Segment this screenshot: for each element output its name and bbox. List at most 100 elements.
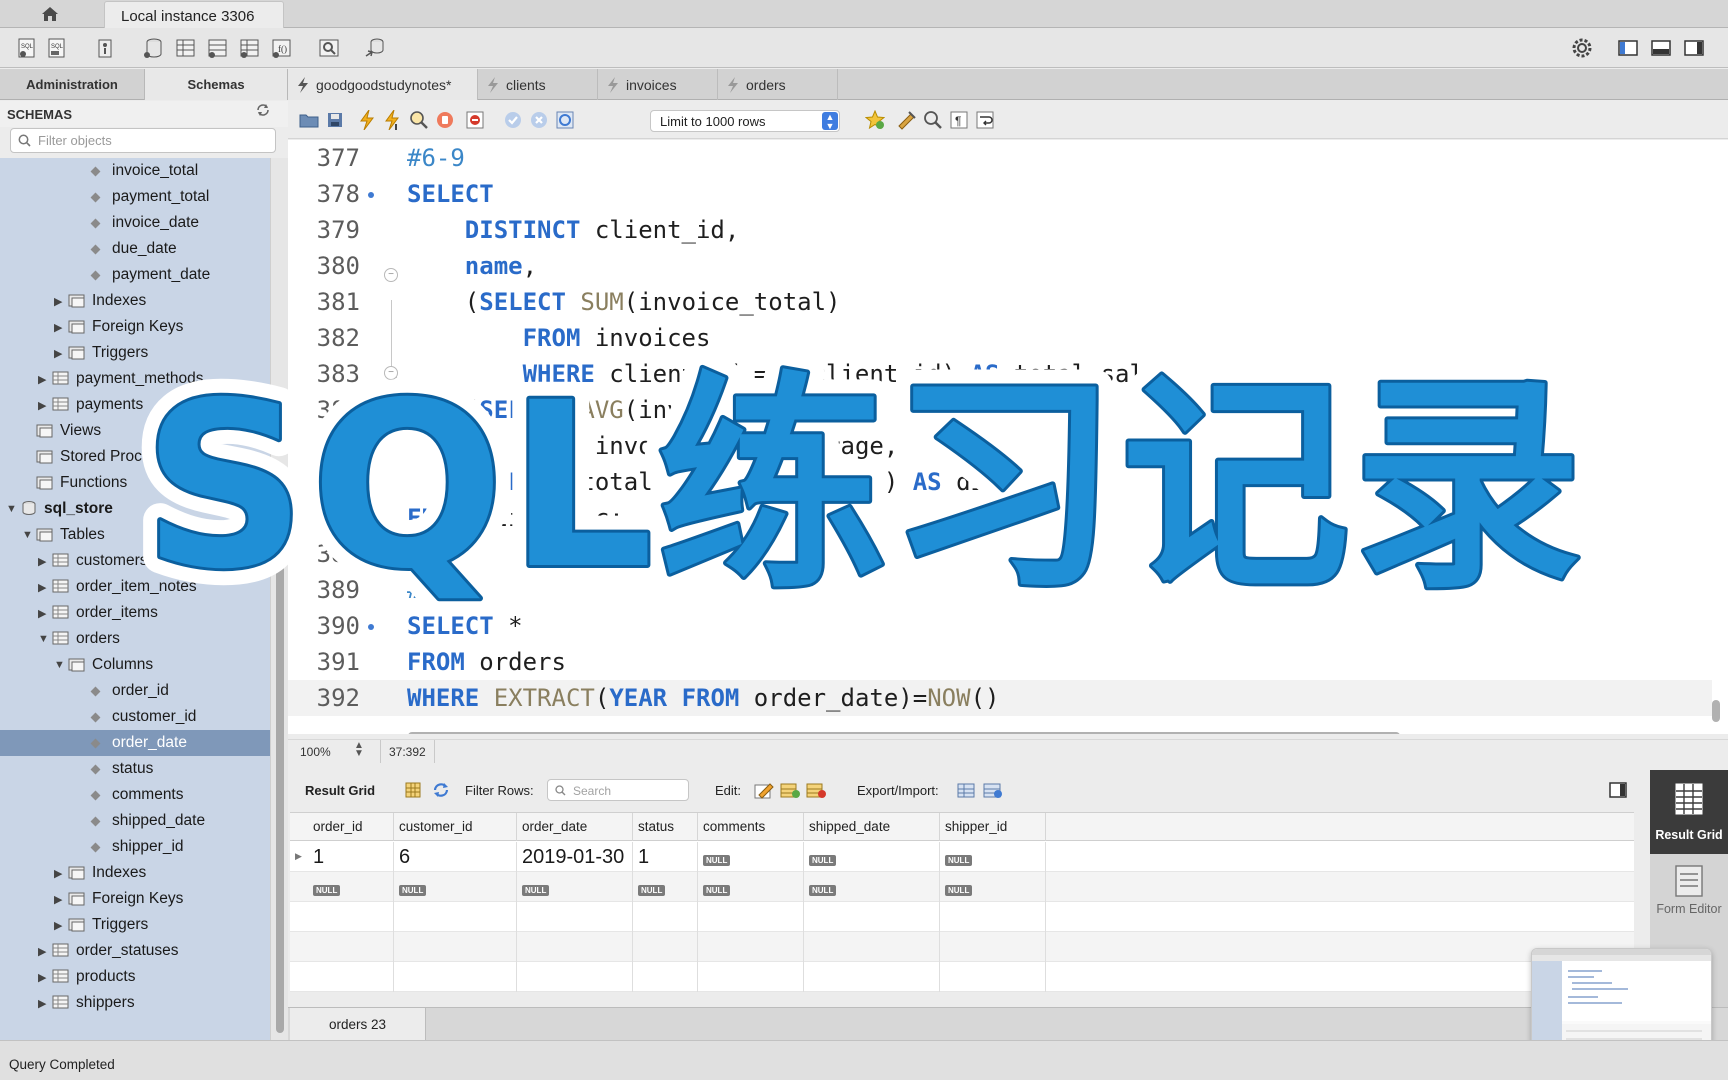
table-cell[interactable]: NULL [940,842,1046,872]
toggle-result-panel-icon[interactable] [1607,780,1629,800]
table-cell[interactable] [394,902,517,932]
add-snippet-icon[interactable] [864,109,886,131]
tab-schemas[interactable]: Schemas [144,69,288,100]
execute-statement-icon[interactable] [382,109,404,131]
tree-item[interactable]: status [0,756,270,782]
chevron-right-icon[interactable]: ▶ [38,373,46,386]
stop-icon[interactable] [434,109,456,131]
tree-item[interactable]: due_date [0,236,270,262]
chevron-right-icon[interactable]: ▶ [38,399,46,412]
filter-objects-input[interactable]: Filter objects [10,128,276,153]
code-line[interactable]: 379 DISTINCT client_id, [288,212,1712,248]
tree-item[interactable]: ▼ orders [0,626,270,652]
table-cell[interactable]: NULL [517,872,633,902]
tree-item[interactable]: invoice_date [0,210,270,236]
tree-item[interactable]: order_date [0,730,270,756]
tree-item[interactable]: ▼ Tables [0,522,270,548]
table-cell[interactable] [633,932,698,962]
tree-item[interactable]: invoice_total [0,158,270,184]
tree-item[interactable]: Stored Procedures [0,444,270,470]
connection-tab[interactable]: Local instance 3306 [104,1,284,28]
commit-icon[interactable] [502,109,524,131]
result-tab-orders[interactable]: orders 23 [290,1008,426,1040]
home-button[interactable] [36,3,64,25]
editor-tab[interactable]: clients [478,69,598,100]
table-cell[interactable]: NULL [940,872,1046,902]
chevron-right-icon[interactable]: ▶ [54,919,62,932]
table-cell[interactable]: 6 [394,842,517,872]
chevron-down-icon[interactable]: ▼ [22,529,33,541]
table-row[interactable]: ▶ 1 6 2019-01-30 1 NULL NULL NULL [290,842,1634,872]
tree-item[interactable]: payment_date [0,262,270,288]
chevron-right-icon[interactable]: ▶ [38,555,46,568]
chevron-right-icon[interactable]: ▶ [54,295,62,308]
code-line[interactable]: 378 SELECT [288,176,1712,212]
schema-tree-scrollbar[interactable] [270,158,288,1040]
table-cell[interactable] [517,932,633,962]
tree-item[interactable]: ▶ Indexes [0,860,270,886]
code-line[interactable]: 387 FROM clients c; [288,500,1712,536]
tab-administration[interactable]: Administration [0,69,144,100]
chevron-right-icon[interactable]: ▶ [54,321,62,334]
table-cell[interactable] [308,962,394,992]
edit-row-icon[interactable] [753,780,775,800]
editor-tab[interactable]: goodgoodstudynotes* [288,69,478,100]
execute-icon[interactable] [356,109,378,131]
table-cell[interactable] [804,962,940,992]
form-editor-button[interactable]: Form Editor [1650,860,1728,930]
table-cell[interactable] [940,932,1046,962]
create-view-icon[interactable] [204,34,230,62]
tree-item[interactable]: ▼ sql_store [0,496,270,522]
fold-toggle-icon[interactable]: − [384,366,398,380]
chevron-down-icon[interactable]: ▼ [54,659,65,671]
code-line[interactable]: 382 FROM invoices [288,320,1712,356]
chevron-right-icon[interactable]: ▶ [38,997,46,1010]
tree-item[interactable]: ▶ payments [0,392,270,418]
table-cell[interactable]: 2019-01-30 [517,842,633,872]
grid-layout-icon[interactable] [402,780,424,800]
toggle-output-icon[interactable] [1648,34,1674,62]
tree-item[interactable]: payment_total [0,184,270,210]
table-cell[interactable]: NULL [308,872,394,902]
create-table-icon[interactable] [172,34,198,62]
tree-item[interactable]: customer_id [0,704,270,730]
code-line[interactable]: 386 (SELECT total_sales - average) AS di… [288,464,1712,500]
table-row[interactable] [290,902,1634,932]
tree-item[interactable]: ▶ products [0,964,270,990]
chevron-down-icon[interactable]: ▼ [6,503,17,515]
fold-toggle-icon[interactable]: − [384,268,398,282]
code-line[interactable]: 380 name, [288,248,1712,284]
tree-item[interactable]: ▶ payment_methods [0,366,270,392]
zoom-stepper[interactable]: ▲ ▼ [354,741,364,759]
code-line[interactable]: 388 [288,536,1712,572]
table-cell[interactable]: NULL [804,872,940,902]
create-schema-icon[interactable] [140,34,166,62]
code-line[interactable]: 383 WHERE client_id = c.client_id) AS to… [288,356,1712,392]
code-line[interactable]: 392 WHERE EXTRACT(YEAR FROM order_date)=N… [288,680,1712,716]
tree-item[interactable]: ▶ order_items [0,600,270,626]
table-cell[interactable]: 1 [308,842,394,872]
code-line[interactable]: 390 SELECT * [288,608,1712,644]
chevron-right-icon[interactable]: ▶ [38,945,46,958]
code-line[interactable]: 381 (SELECT SUM(invoice_total) [288,284,1712,320]
table-cell[interactable] [633,962,698,992]
open-file-icon[interactable] [298,109,320,131]
tree-item[interactable]: ▶ Foreign Keys [0,314,270,340]
new-sql-tab-icon[interactable]: SQL [14,34,40,62]
save-file-icon[interactable] [324,109,346,131]
beautify-icon[interactable] [896,109,918,131]
tree-item[interactable]: ▼ Columns [0,652,270,678]
tree-item[interactable]: Views [0,418,270,444]
table-cell[interactable] [394,932,517,962]
delete-row-icon[interactable] [805,780,827,800]
column-header[interactable]: shipper_id [940,813,1046,841]
code-line[interactable]: 385 FROM invoices) AS average, [288,428,1712,464]
explain-icon[interactable] [408,109,430,131]
table-cell[interactable] [517,962,633,992]
chevron-right-icon[interactable]: ▶ [38,581,46,594]
table-cell[interactable] [517,902,633,932]
invisible-chars-icon[interactable]: ¶ [948,109,970,131]
table-row[interactable] [290,932,1634,962]
scrollbar-thumb[interactable] [276,563,284,1033]
find-replace-icon[interactable] [922,109,944,131]
